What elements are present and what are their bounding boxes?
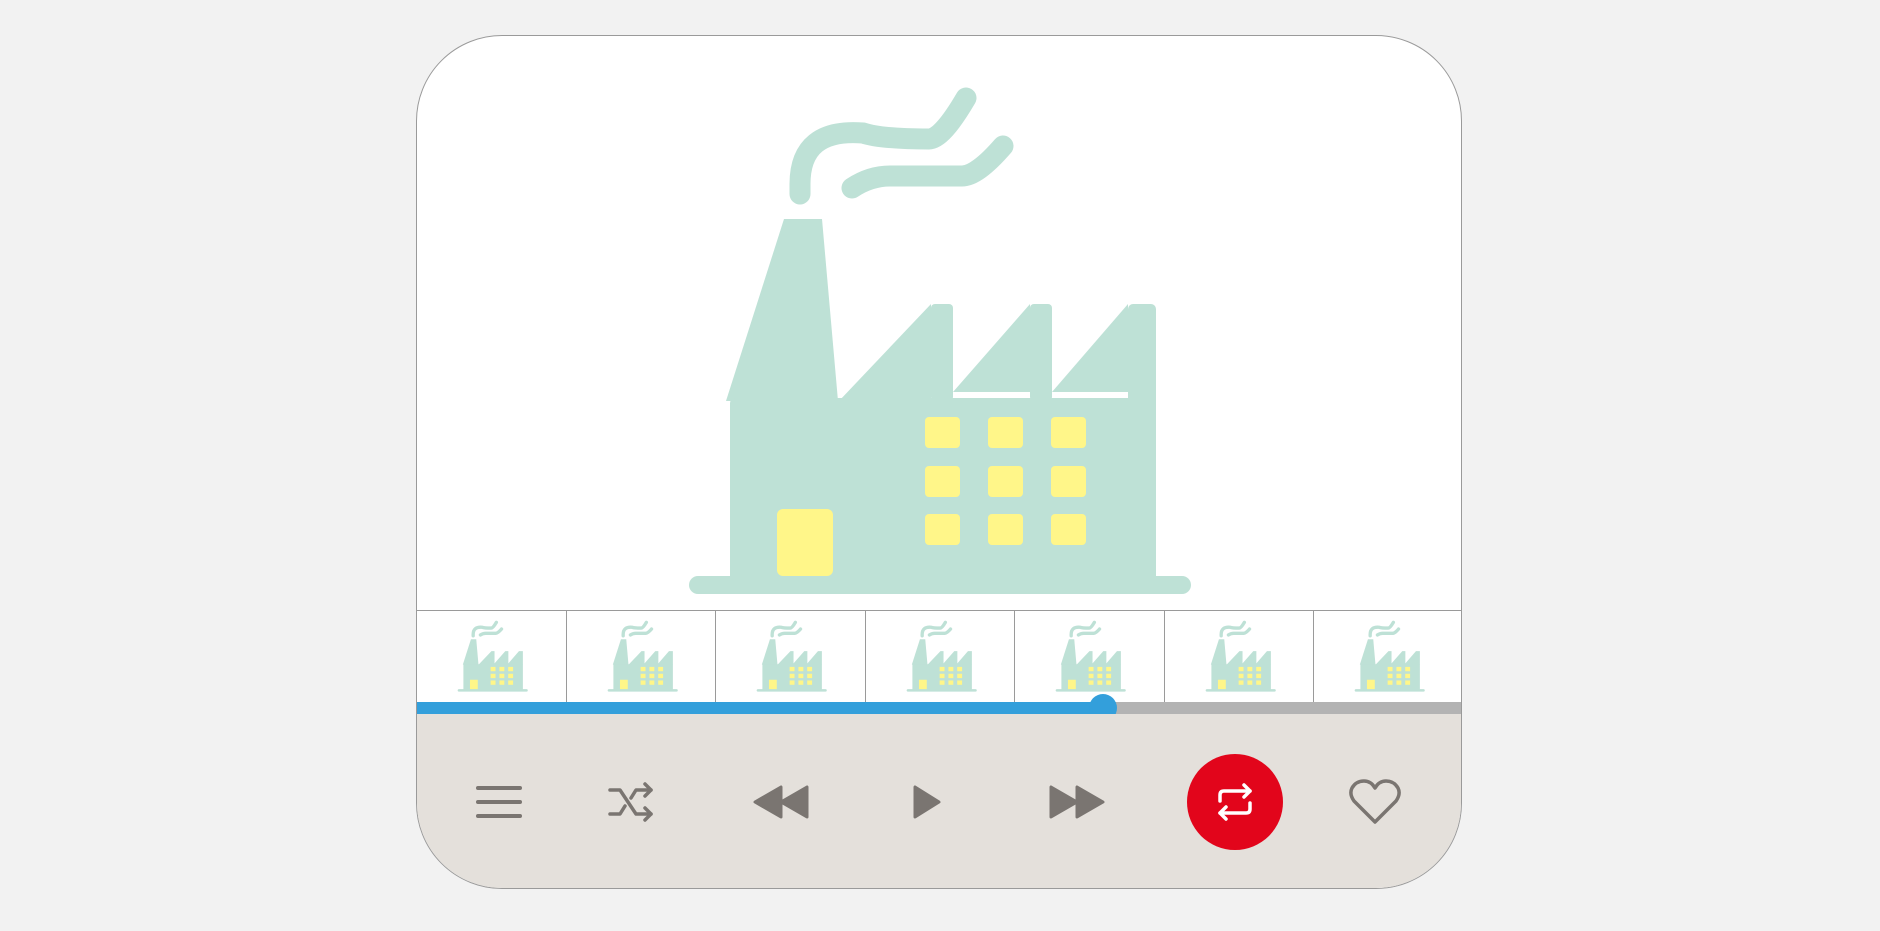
hamburger-menu-icon <box>476 786 522 818</box>
playback-controls <box>417 714 1461 888</box>
factory-icon <box>1355 620 1426 692</box>
play-icon <box>913 785 941 819</box>
repeat-button-active-indicator <box>1187 754 1283 850</box>
progress-bar[interactable] <box>417 694 1461 722</box>
album-artwork <box>417 36 1461 610</box>
fast-forward-button[interactable] <box>1037 714 1117 888</box>
play-button[interactable] <box>887 714 967 888</box>
heart-icon <box>1349 779 1401 824</box>
media-player <box>416 35 1462 889</box>
repeat-button[interactable] <box>1187 714 1283 888</box>
fast-forward-icon <box>1049 785 1105 819</box>
shuffle-button[interactable] <box>591 714 671 888</box>
repeat-icon <box>1218 783 1252 821</box>
factory-icon <box>756 620 827 692</box>
favorite-button[interactable] <box>1335 714 1415 888</box>
rewind-button[interactable] <box>741 714 821 888</box>
factory-icon <box>689 87 1191 594</box>
factory-icon <box>457 620 528 692</box>
rewind-icon <box>753 785 809 819</box>
factory-icon <box>906 620 977 692</box>
menu-button[interactable] <box>459 714 539 888</box>
shuffle-icon <box>608 782 653 822</box>
factory-icon <box>1055 620 1127 692</box>
progress-played <box>417 702 1104 714</box>
factory-icon <box>607 620 678 692</box>
factory-icon <box>1205 620 1276 692</box>
